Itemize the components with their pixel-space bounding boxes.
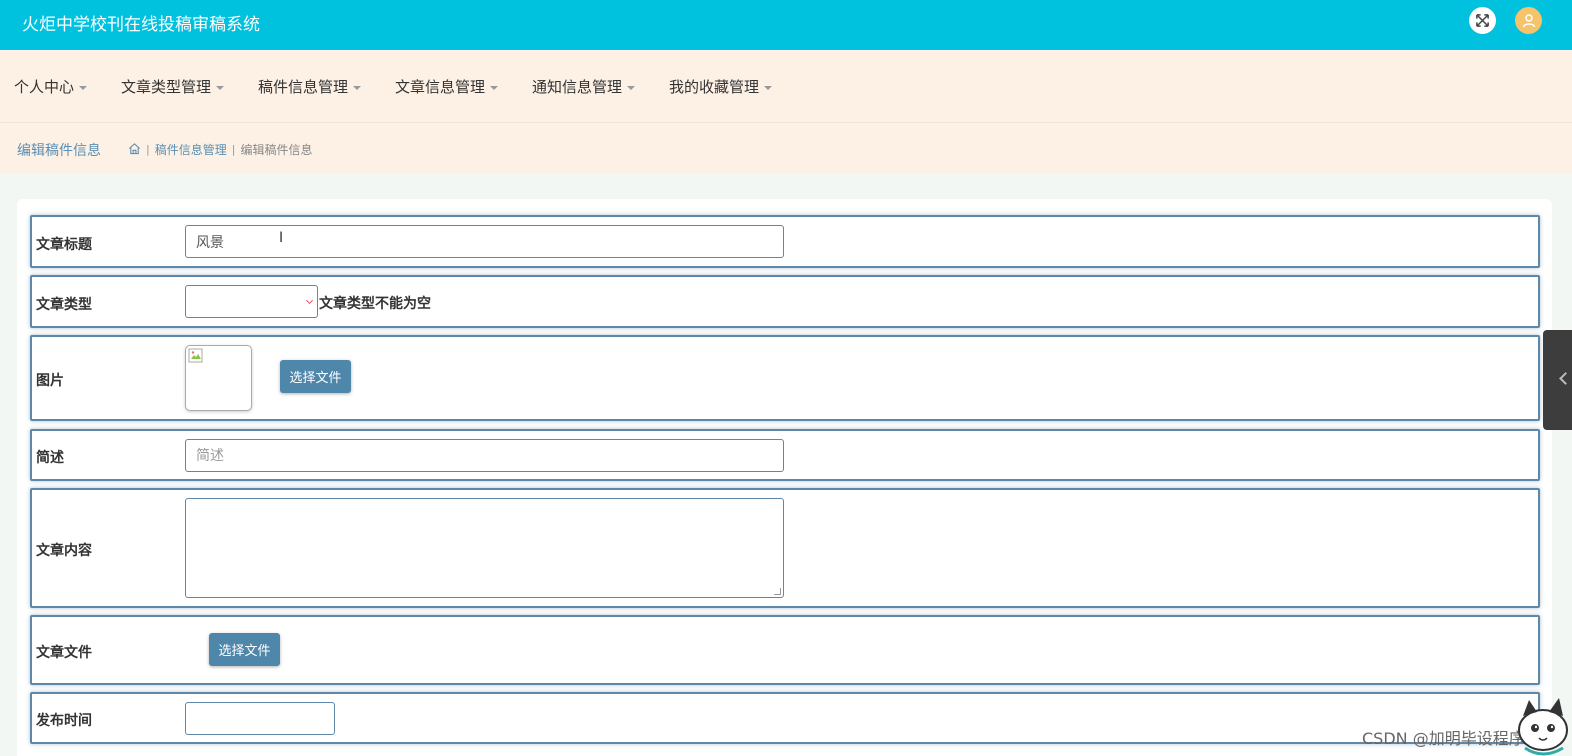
nav-item-article-info[interactable]: 文章信息管理 — [395, 76, 499, 97]
form-row-file: 文章文件 选择文件 — [30, 615, 1540, 685]
fullscreen-icon[interactable] — [1469, 7, 1496, 34]
text-cursor-icon: I — [279, 230, 284, 246]
nav-item-manuscript[interactable]: 稿件信息管理 — [258, 76, 362, 97]
nav-item-label: 我的收藏管理 — [669, 78, 760, 96]
field-label: 文章内容 — [36, 543, 92, 559]
nav-item-label: 通知信息管理 — [532, 78, 623, 96]
caret-down-icon — [764, 85, 773, 90]
main-nav: 个人中心 文章类型管理 稿件信息管理 文章信息管理 通知信息管理 我的收藏管理 — [0, 50, 1572, 122]
form-row-type: 文章类型 文章类型不能为空 — [30, 275, 1540, 328]
side-panel-toggle[interactable] — [1543, 330, 1572, 430]
breadcrumb-separator: | — [146, 143, 150, 156]
resize-handle-icon[interactable] — [774, 588, 781, 595]
title-input[interactable] — [185, 225, 784, 258]
form-row-content: 文章内容 — [30, 488, 1540, 608]
watermark: CSDN @加明毕设程序 — [1362, 729, 1525, 748]
nav-item-label: 文章类型管理 — [121, 78, 212, 96]
nav-item-label: 文章信息管理 — [395, 78, 486, 96]
file-choose-file-button[interactable]: 选择文件 — [209, 633, 280, 666]
form-row-summary: 简述 — [30, 429, 1540, 481]
chevron-left-icon — [1559, 372, 1572, 385]
app-title: 火炬中学校刊在线投稿审稿系统 — [22, 15, 260, 35]
publish-time-input[interactable] — [185, 702, 335, 735]
nav-item-label: 稿件信息管理 — [258, 78, 349, 96]
article-type-select[interactable] — [185, 285, 318, 318]
caret-down-icon — [627, 85, 636, 90]
nav-item-notice[interactable]: 通知信息管理 — [532, 76, 636, 97]
field-label: 文章文件 — [36, 645, 92, 661]
breadcrumb-separator: | — [231, 143, 236, 156]
top-header: 火炬中学校刊在线投稿审稿系统 — [0, 0, 1572, 50]
caret-down-icon — [79, 85, 88, 90]
home-icon[interactable] — [128, 142, 141, 158]
page-title: 编辑稿件信息 — [17, 143, 101, 159]
chevron-down-icon — [305, 296, 314, 305]
content-textarea[interactable] — [185, 498, 784, 598]
field-label: 图片 — [36, 373, 64, 389]
validation-error: 文章类型不能为空 — [319, 296, 431, 312]
field-label: 简述 — [36, 450, 64, 466]
image-choose-file-button[interactable]: 选择文件 — [280, 360, 351, 393]
nav-item-personal-center[interactable]: 个人中心 — [14, 76, 88, 97]
nav-item-label: 个人中心 — [14, 78, 75, 96]
form-row-title: 文章标题 — [30, 215, 1540, 268]
form-row-image: 图片 选择文件 — [30, 335, 1540, 421]
mascot-cat-icon — [1518, 698, 1568, 756]
form-row-publish-time: 发布时间 — [30, 692, 1540, 744]
broken-image-icon — [188, 348, 203, 363]
user-avatar-icon[interactable] — [1515, 7, 1542, 34]
nav-item-favorites[interactable]: 我的收藏管理 — [669, 76, 773, 97]
breadcrumb-bar: 编辑稿件信息 | 稿件信息管理 | 编辑稿件信息 — [0, 122, 1572, 174]
field-label: 文章标题 — [36, 237, 92, 253]
image-preview — [185, 345, 252, 411]
caret-down-icon — [216, 85, 225, 90]
caret-down-icon — [490, 85, 499, 90]
breadcrumb-current: 编辑稿件信息 — [240, 143, 313, 157]
nav-item-article-type[interactable]: 文章类型管理 — [121, 76, 225, 97]
caret-down-icon — [353, 85, 362, 90]
breadcrumb-link[interactable]: 稿件信息管理 — [155, 141, 227, 158]
summary-input[interactable] — [185, 439, 784, 472]
field-label: 文章类型 — [36, 297, 92, 313]
field-label: 发布时间 — [36, 713, 92, 729]
breadcrumb: | 稿件信息管理 | 编辑稿件信息 — [128, 141, 312, 158]
